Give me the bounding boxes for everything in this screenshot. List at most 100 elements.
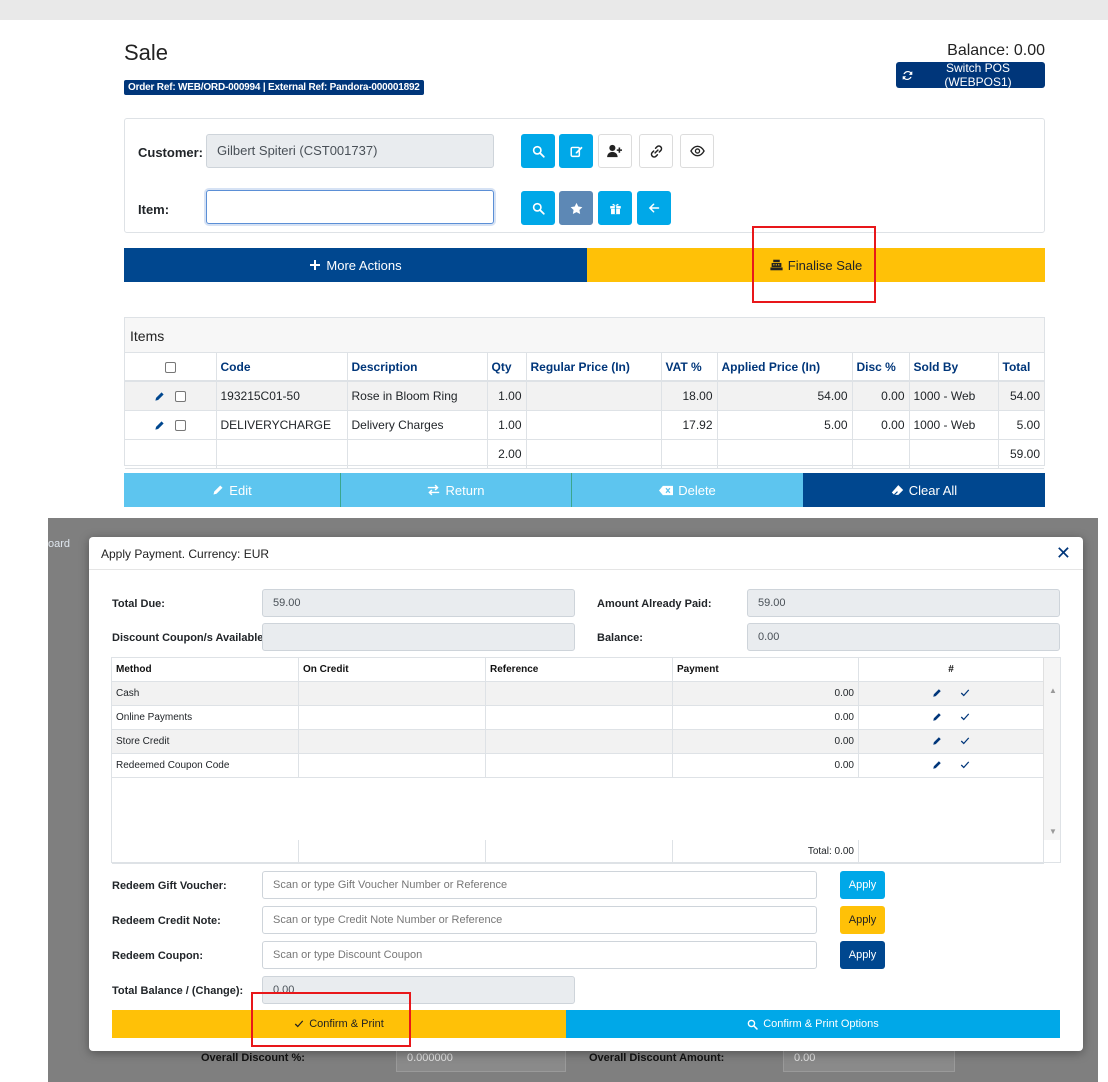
return-button[interactable]: Return <box>341 473 572 507</box>
search-icon <box>532 202 545 215</box>
table-row[interactable]: Store Credit 0.00 <box>112 730 1044 754</box>
scroll-up-icon[interactable]: ▲ <box>1049 686 1057 695</box>
confirm-print-options-button[interactable]: Confirm & Print Options <box>566 1010 1060 1038</box>
link-customer-button[interactable] <box>639 134 673 168</box>
gift-voucher-label: Redeem Gift Voucher: <box>112 880 227 892</box>
highlight-finalise <box>752 226 876 303</box>
overall-discount-amount-label: Overall Discount Amount: <box>589 1052 725 1064</box>
table-row[interactable]: Cash 0.00 <box>112 682 1044 706</box>
footer-empty <box>859 840 1044 864</box>
close-icon[interactable]: ✕ <box>1056 543 1071 564</box>
cell-on-credit <box>299 706 486 730</box>
cell-method: Redeemed Coupon Code <box>112 754 299 778</box>
col-method: Method <box>112 658 299 682</box>
balance-field: 0.00 <box>747 623 1060 651</box>
grid-header: Method On Credit Reference Payment # <box>112 658 1044 682</box>
modal-title: Apply Payment. Currency: EUR <box>101 547 270 561</box>
search-icon <box>747 1019 758 1030</box>
apply-gift-voucher-button[interactable]: Apply <box>840 871 885 899</box>
totals-row: 2.00 59.00 <box>125 439 1044 469</box>
table-row[interactable]: 193215C01-50 Rose in Bloom Ring 1.00 18.… <box>125 381 1044 411</box>
highlight-confirm-print <box>251 992 411 1047</box>
grid-scrollbar[interactable]: ▲ ▼ <box>1043 658 1060 840</box>
select-all-checkbox[interactable] <box>164 361 176 373</box>
apply-credit-note-button[interactable]: Apply <box>840 906 885 934</box>
item-input[interactable] <box>206 190 494 224</box>
pencil-icon[interactable] <box>154 391 165 402</box>
customer-label: Customer: <box>138 145 204 160</box>
row-actions <box>859 754 1044 778</box>
customer-edit-button[interactable] <box>559 134 593 168</box>
check-icon[interactable] <box>960 688 970 699</box>
customer-field[interactable]: Gilbert Spiteri (CST001737) <box>206 134 494 168</box>
gift-icon <box>609 202 622 215</box>
table-row[interactable]: DELIVERYCHARGE Delivery Charges 1.00 17.… <box>125 410 1044 440</box>
add-customer-button[interactable] <box>598 134 632 168</box>
credit-note-input[interactable]: Scan or type Credit Note Number or Refer… <box>262 906 817 934</box>
total-balance-label: Total Balance / (Change): <box>112 985 244 997</box>
cell-description: Rose in Bloom Ring <box>347 381 488 411</box>
balance-text: Balance: 0.00 <box>947 42 1045 59</box>
cell-code: 193215C01-50 <box>216 381 348 411</box>
cell-disc: 0.00 <box>852 381 910 411</box>
scroll-down-icon[interactable]: ▼ <box>1049 827 1057 836</box>
view-customer-button[interactable] <box>680 134 714 168</box>
star-icon <box>570 202 583 215</box>
cell-total: 5.00 <box>998 410 1044 440</box>
totals-empty <box>216 439 348 469</box>
customer-search-button[interactable] <box>521 134 555 168</box>
item-label: Item: <box>138 202 170 217</box>
page-title: Sale <box>124 40 169 65</box>
col-applied-price: Applied Price (In) <box>717 353 853 382</box>
back-button[interactable] <box>637 191 671 225</box>
gift-voucher-input[interactable]: Scan or type Gift Voucher Number or Refe… <box>262 871 817 899</box>
totals-empty <box>526 439 662 469</box>
edit-icon <box>569 145 583 158</box>
switch-pos-button[interactable]: Switch POS (WEBPOS1) <box>896 61 1045 89</box>
cell-disc: 0.00 <box>852 410 910 440</box>
overall-discount-pct-label: Overall Discount %: <box>201 1052 305 1064</box>
row-actions <box>859 682 1044 706</box>
clear-all-button[interactable]: Clear All <box>803 473 1045 507</box>
cell-payment: 0.00 <box>673 706 859 730</box>
favourite-items-button[interactable] <box>559 191 593 225</box>
row-checkbox[interactable] <box>175 419 187 431</box>
sync-icon <box>902 70 913 81</box>
confirm-print-options-label: Confirm & Print Options <box>763 1018 879 1030</box>
more-actions-button[interactable]: More Actions <box>124 248 587 282</box>
row-controls <box>125 381 217 411</box>
totals-empty <box>717 439 853 469</box>
item-search-button[interactable] <box>521 191 555 225</box>
pencil-icon[interactable] <box>932 712 942 723</box>
already-paid-label: Amount Already Paid: <box>597 598 712 610</box>
cell-regular-price <box>526 410 662 440</box>
col-description: Description <box>347 353 488 382</box>
table-row[interactable]: Redeemed Coupon Code 0.00 <box>112 754 1044 778</box>
apply-coupon-button[interactable]: Apply <box>840 941 885 969</box>
row-checkbox[interactable] <box>175 391 187 403</box>
check-icon[interactable] <box>960 712 970 723</box>
col-sold-by: Sold By <box>909 353 999 382</box>
delete-button[interactable]: Delete <box>572 473 803 507</box>
items-table: Code Description Qty Regular Price (In) … <box>125 353 1044 469</box>
cell-reference <box>486 730 673 754</box>
check-icon[interactable] <box>960 736 970 747</box>
switch-pos-label: Switch POS (WEBPOS1) <box>944 61 1012 89</box>
already-paid-field: 59.00 <box>747 589 1060 617</box>
arrow-left-icon <box>648 202 660 214</box>
cell-on-credit <box>299 682 486 706</box>
gift-button[interactable] <box>598 191 632 225</box>
coupons-available-label: Discount Coupon/s Available: <box>112 632 268 644</box>
pencil-icon[interactable] <box>932 760 942 771</box>
pencil-icon[interactable] <box>154 420 165 431</box>
edit-button[interactable]: Edit <box>124 473 341 507</box>
pencil-icon[interactable] <box>932 736 942 747</box>
item-action-bar: Edit Return Delete Clear All <box>124 473 1045 507</box>
footer-empty <box>112 840 299 864</box>
check-icon[interactable] <box>960 760 970 771</box>
cell-vat: 18.00 <box>661 381 718 411</box>
total-qty: 2.00 <box>487 439 527 469</box>
pencil-icon[interactable] <box>932 688 942 699</box>
table-row[interactable]: Online Payments 0.00 <box>112 706 1044 730</box>
coupon-input[interactable]: Scan or type Discount Coupon <box>262 941 817 969</box>
